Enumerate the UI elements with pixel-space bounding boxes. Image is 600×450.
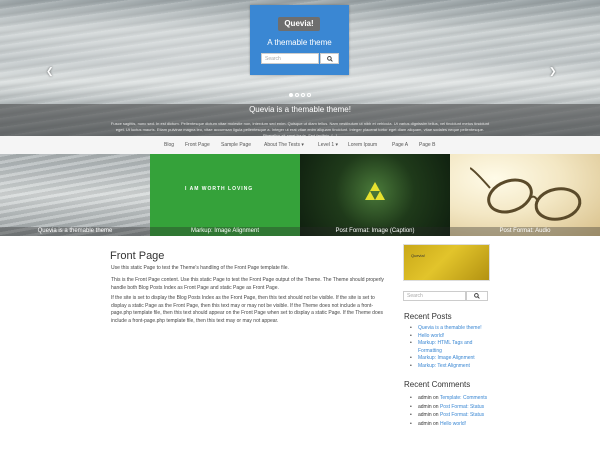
comment-author: admin	[418, 395, 432, 401]
featured-post-2[interactable]: Markup: Image Alignment	[150, 154, 300, 236]
glasses-icon	[470, 167, 582, 221]
hero-search-button[interactable]	[320, 53, 339, 64]
featured-post-label: Quevia is a themable theme	[0, 227, 150, 236]
nav-item-about-the-tests[interactable]: About The Tests ▾	[264, 142, 304, 148]
nav-item-front-page[interactable]: Front Page	[185, 142, 210, 148]
list-item: Markup: Image Alignment	[404, 355, 488, 363]
loving-text: I AM WORTH LOVING	[185, 186, 254, 192]
featured-post-label: Post Format: Image (Caption)	[300, 227, 450, 236]
comment-on: on	[433, 420, 439, 427]
slider-dot[interactable]	[301, 93, 305, 97]
featured-post-1[interactable]: Quevia is a themable theme	[0, 154, 150, 236]
comment-on: on	[433, 395, 439, 401]
caption-title: Quevia is a themable theme!	[249, 105, 351, 114]
search-icon	[474, 293, 480, 299]
recent-post-link[interactable]: Quevia is a themable theme!	[418, 325, 482, 331]
content-paragraph: If the site is set to display the Blog P…	[111, 295, 384, 324]
comment-post-link[interactable]: Hello world!	[440, 421, 466, 427]
recent-comments-title: Recent Comments	[404, 380, 471, 389]
chevron-left-icon[interactable]: ❮	[46, 66, 54, 77]
recent-posts-list: Quevia is a themable theme! Hello world!…	[404, 325, 488, 370]
comment-author: admin	[418, 403, 432, 410]
sidebar-image[interactable]: Quevia!	[403, 244, 490, 281]
slider-dot[interactable]	[307, 93, 311, 97]
nav-item-page-a[interactable]: Page A	[392, 142, 408, 148]
list-item: Markup: HTML Tags and Formatting	[404, 340, 488, 355]
sidebar-image-label: Quevia!	[411, 253, 425, 258]
slider-dots	[289, 93, 311, 97]
recent-post-link[interactable]: Hello world!	[418, 333, 444, 339]
slider-dot[interactable]	[295, 93, 299, 97]
slider-dot[interactable]	[289, 93, 293, 97]
chevron-right-icon[interactable]: ❯	[549, 66, 557, 77]
triforce-icon	[365, 182, 385, 200]
comment-post-link[interactable]: Template: Comments	[440, 395, 487, 401]
recent-post-link[interactable]: Markup: Image Alignment	[418, 355, 475, 361]
list-item: Quevia is a themable theme!	[404, 325, 488, 333]
nav-item-page-b[interactable]: Page B	[419, 142, 435, 148]
nav-item-blog[interactable]: Blog	[164, 142, 174, 148]
nav-item-level-1[interactable]: Level 1 ▾	[318, 142, 338, 148]
recent-comments-list: admin on Template: Comments admin on Pos…	[404, 395, 488, 429]
list-item: admin on Post Format: Status	[404, 404, 488, 412]
list-item: Markup: Text Alignment	[404, 363, 488, 371]
sidebar-search-input[interactable]: Search	[403, 291, 466, 301]
comment-author: admin	[418, 420, 432, 427]
recent-posts-title: Recent Posts	[404, 312, 452, 321]
list-item: Hello world!	[404, 333, 488, 341]
comment-post-link[interactable]: Post Format: Status	[440, 404, 484, 410]
site-description: A themable theme	[267, 38, 332, 47]
list-item: admin on Post Format: Status	[404, 412, 488, 420]
nav-item-lorem-ipsum[interactable]: Lorem Ipsum	[348, 142, 377, 148]
sidebar-search-button[interactable]	[466, 291, 488, 301]
featured-post-3[interactable]: Post Format: Image (Caption)	[300, 154, 450, 236]
list-item: admin on Template: Comments	[404, 395, 488, 403]
search-icon	[326, 55, 333, 62]
list-item: admin on Hello world!	[404, 421, 488, 429]
recent-post-link[interactable]: Markup: Text Alignment	[418, 363, 470, 369]
site-title[interactable]: Quevia!	[278, 17, 320, 31]
recent-post-link[interactable]: Markup: HTML Tags and Formatting	[418, 340, 472, 354]
content-paragraph: Use this static Page to test the Theme's…	[111, 265, 289, 271]
featured-post-label: Post Format: Audio	[450, 227, 600, 236]
comment-on: on	[433, 403, 439, 410]
hero-search-input[interactable]: Search	[261, 53, 319, 64]
comment-post-link[interactable]: Post Format: Status	[440, 412, 484, 418]
page-title: Front Page	[110, 250, 165, 262]
content-paragraph: This is the Front Page content. Use this…	[111, 277, 384, 291]
featured-post-label: Markup: Image Alignment	[150, 227, 300, 236]
comment-author: admin	[418, 412, 432, 418]
nav-item-sample-page[interactable]: Sample Page	[221, 142, 251, 148]
comment-on: on	[433, 412, 439, 418]
